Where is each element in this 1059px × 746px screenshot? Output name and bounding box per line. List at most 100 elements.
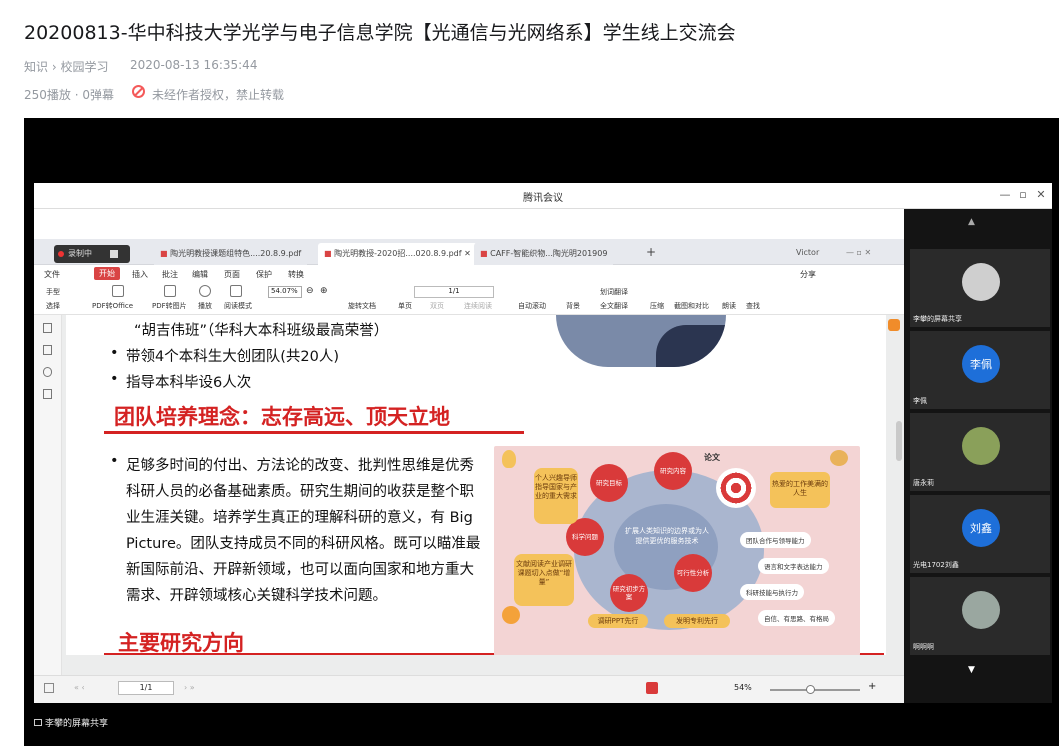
tool-pdf-to-image[interactable]: PDF转图片 [152,301,187,311]
tool-play[interactable]: 播放 [198,301,212,311]
breadcrumb-knowledge[interactable]: 知识 [24,60,48,74]
status-page-input[interactable]: 1/1 [118,681,174,695]
slide-top-line: “胡吉伟班”（华科大本科班级最高荣誉） [134,323,389,339]
tool-word-translate[interactable]: 划词翻译 [600,287,628,297]
page-input[interactable]: 1/1 [414,286,494,298]
play-icon [199,285,211,297]
recording-badge[interactable]: 录制中 [54,245,130,263]
shared-screen: ■ 陶光明教授课题组特色....20.8.9.pdf ■ 陶光明教授-2020招… [34,209,904,703]
participant-tile[interactable]: 李佩 李佩 [910,331,1050,409]
node-feasibility: 可行性分析 [674,554,712,592]
tool-find[interactable]: 查找 [746,301,760,311]
copyright-notice: 未经作者授权，禁止转载 [152,88,285,102]
vertical-scrollbar[interactable] [896,421,902,461]
bottom-ppt: 调研PPT先行 [588,614,648,628]
wps-user[interactable]: Victor [790,243,825,265]
share-button[interactable]: 分享 [800,269,816,280]
tool-compress[interactable]: 压缩 [650,301,664,311]
zoom-input[interactable]: 54.07% [268,286,302,298]
bottom-patent: 发明专利先行 [664,614,730,628]
breadcrumb-campus[interactable]: 校园学习 [60,60,108,74]
tab-file-3[interactable]: ■ CAFF-智能织物...陶光明201909 [474,243,614,265]
bookmark-icon[interactable] [43,323,52,333]
slide-paragraph: 足够多时间的付出、方法论的改变、批判性思维是优秀科研人员的必备基础素质。研究生期… [126,458,481,604]
menu-convert[interactable]: 转换 [288,269,304,280]
signature-icon[interactable] [43,389,52,399]
menu-file[interactable]: 文件 [44,269,60,280]
tab-close-icon: ✕ [464,249,471,258]
participant-tile[interactable]: 刘鑫 光电1702刘鑫 [910,495,1050,573]
pill-expression: 语言和文字表达能力 [758,558,829,574]
tool-read-aloud[interactable]: 朗读 [722,301,736,311]
restore-icon[interactable]: ▫ [1016,188,1030,201]
minimize-icon[interactable]: — [998,188,1012,201]
participant-tile[interactable]: 啊啊啊 [910,577,1050,655]
slide-page: “胡吉伟班”（华科大本科班级最高荣誉） • 带领4个本科生大创团队(共20人) … [66,315,886,655]
close-icon[interactable]: ✕ [1034,188,1048,201]
tool-select[interactable]: 选择 [46,301,60,311]
tool-continuous[interactable]: 连续阅读 [464,301,492,311]
participant-tile[interactable]: 李攀的屏幕共享 [910,249,1050,327]
zoom-plus-icon[interactable]: + [868,681,876,692]
video-player[interactable]: 腾讯会议 — ▫ ✕ ■ 陶光明教授课题组特色....20.8.9.pdf ■ … [24,118,1059,746]
thumbnail-icon[interactable] [43,345,52,355]
attachment-icon[interactable] [43,367,52,377]
next-page-icon[interactable]: › » [184,683,195,692]
tool-hand[interactable]: 手型 [46,287,60,297]
participant-tile[interactable]: 唐永莉 [910,413,1050,491]
record-dot-icon [58,251,64,257]
play-slideshow-icon[interactable] [646,682,658,694]
stop-record-icon[interactable] [110,250,118,258]
window-controls-icon[interactable]: — ▫ ✕ [840,243,877,265]
tab-file-1[interactable]: ■ 陶光明教授课题组特色....20.8.9.pdf [154,243,308,265]
tool-screenshot-compare[interactable]: 截图和对比 [674,301,709,311]
bullet-dot: • [110,453,119,469]
float-tool-icon[interactable] [888,319,900,331]
participant-avatar [962,263,1000,301]
participant-name: 啊啊啊 [913,643,934,651]
menu-home[interactable]: 开始 [94,267,120,280]
slide-bullet: 指导本科毕设6人次 [126,375,252,391]
screen-share-label: 李攀的屏幕共享 [34,716,108,729]
zoom-slider-handle[interactable] [806,685,815,694]
palette-icon [830,450,848,466]
zoom-out-icon[interactable]: ⊖ [306,286,314,296]
tool-full-translate[interactable]: 全文翻译 [600,301,628,311]
pill-skills: 科研技能与执行力 [740,584,804,600]
zoom-in-icon[interactable]: ⊕ [320,286,328,296]
menu-comment[interactable]: 批注 [162,269,178,280]
wps-tab-bar: ■ 陶光明教授课题组特色....20.8.9.pdf ■ 陶光明教授-2020招… [34,239,904,265]
scroll-up-icon[interactable]: ▲ [968,217,975,227]
prev-page-icon[interactable]: « ‹ [74,683,85,692]
new-tab-icon[interactable]: + [640,243,662,265]
menu-protect[interactable]: 保护 [256,269,272,280]
wps-menu-bar: 文件 开始 插入 批注 编辑 页面 保护 转换 分享 [34,265,904,283]
node-research-goal: 研究目标 [590,464,628,502]
menu-edit[interactable]: 编辑 [192,269,208,280]
tool-pdf-to-office[interactable]: PDF转Office [92,301,133,311]
tool-rotate[interactable]: 旋转文档 [348,301,376,311]
scroll-down-icon[interactable]: ▼ [968,665,975,675]
status-zoom: 54% [734,683,752,692]
participant-avatar: 李佩 [962,345,1000,383]
participant-name: 李佩 [913,397,927,405]
tool-single-page[interactable]: 单页 [398,301,412,311]
meeting-window: 腾讯会议 — ▫ ✕ ■ 陶光明教授课题组特色....20.8.9.pdf ■ … [34,183,1052,703]
left-top-note: 个人兴趣导师指导国家与产业的重大需求 [534,468,578,524]
participant-name: 唐永莉 [913,479,934,487]
menu-insert[interactable]: 插入 [132,269,148,280]
heading-underline [104,431,524,434]
wps-toolbar: 手型 选择 PDF转Office PDF转图片 播放 阅读模式 54.07% ⊖… [34,283,904,315]
read-mode-icon [230,285,242,297]
tab-file-2[interactable]: ■ 陶光明教授-2020招....020.8.9.pdf ✕ [318,243,477,265]
tool-background[interactable]: 背景 [566,301,580,311]
meeting-titlebar: 腾讯会议 — ▫ ✕ [34,183,1052,209]
tool-read-mode[interactable]: 阅读模式 [224,301,252,311]
tool-auto-scroll[interactable]: 自动滚动 [518,301,546,311]
menu-page[interactable]: 页面 [224,269,240,280]
breadcrumb-separator: › [51,60,57,74]
zoom-slider[interactable] [770,685,860,694]
tool-double-page[interactable]: 双页 [430,301,444,311]
sidebar-toggle-icon[interactable] [44,683,54,693]
node-research-content: 研究内容 [654,452,692,490]
